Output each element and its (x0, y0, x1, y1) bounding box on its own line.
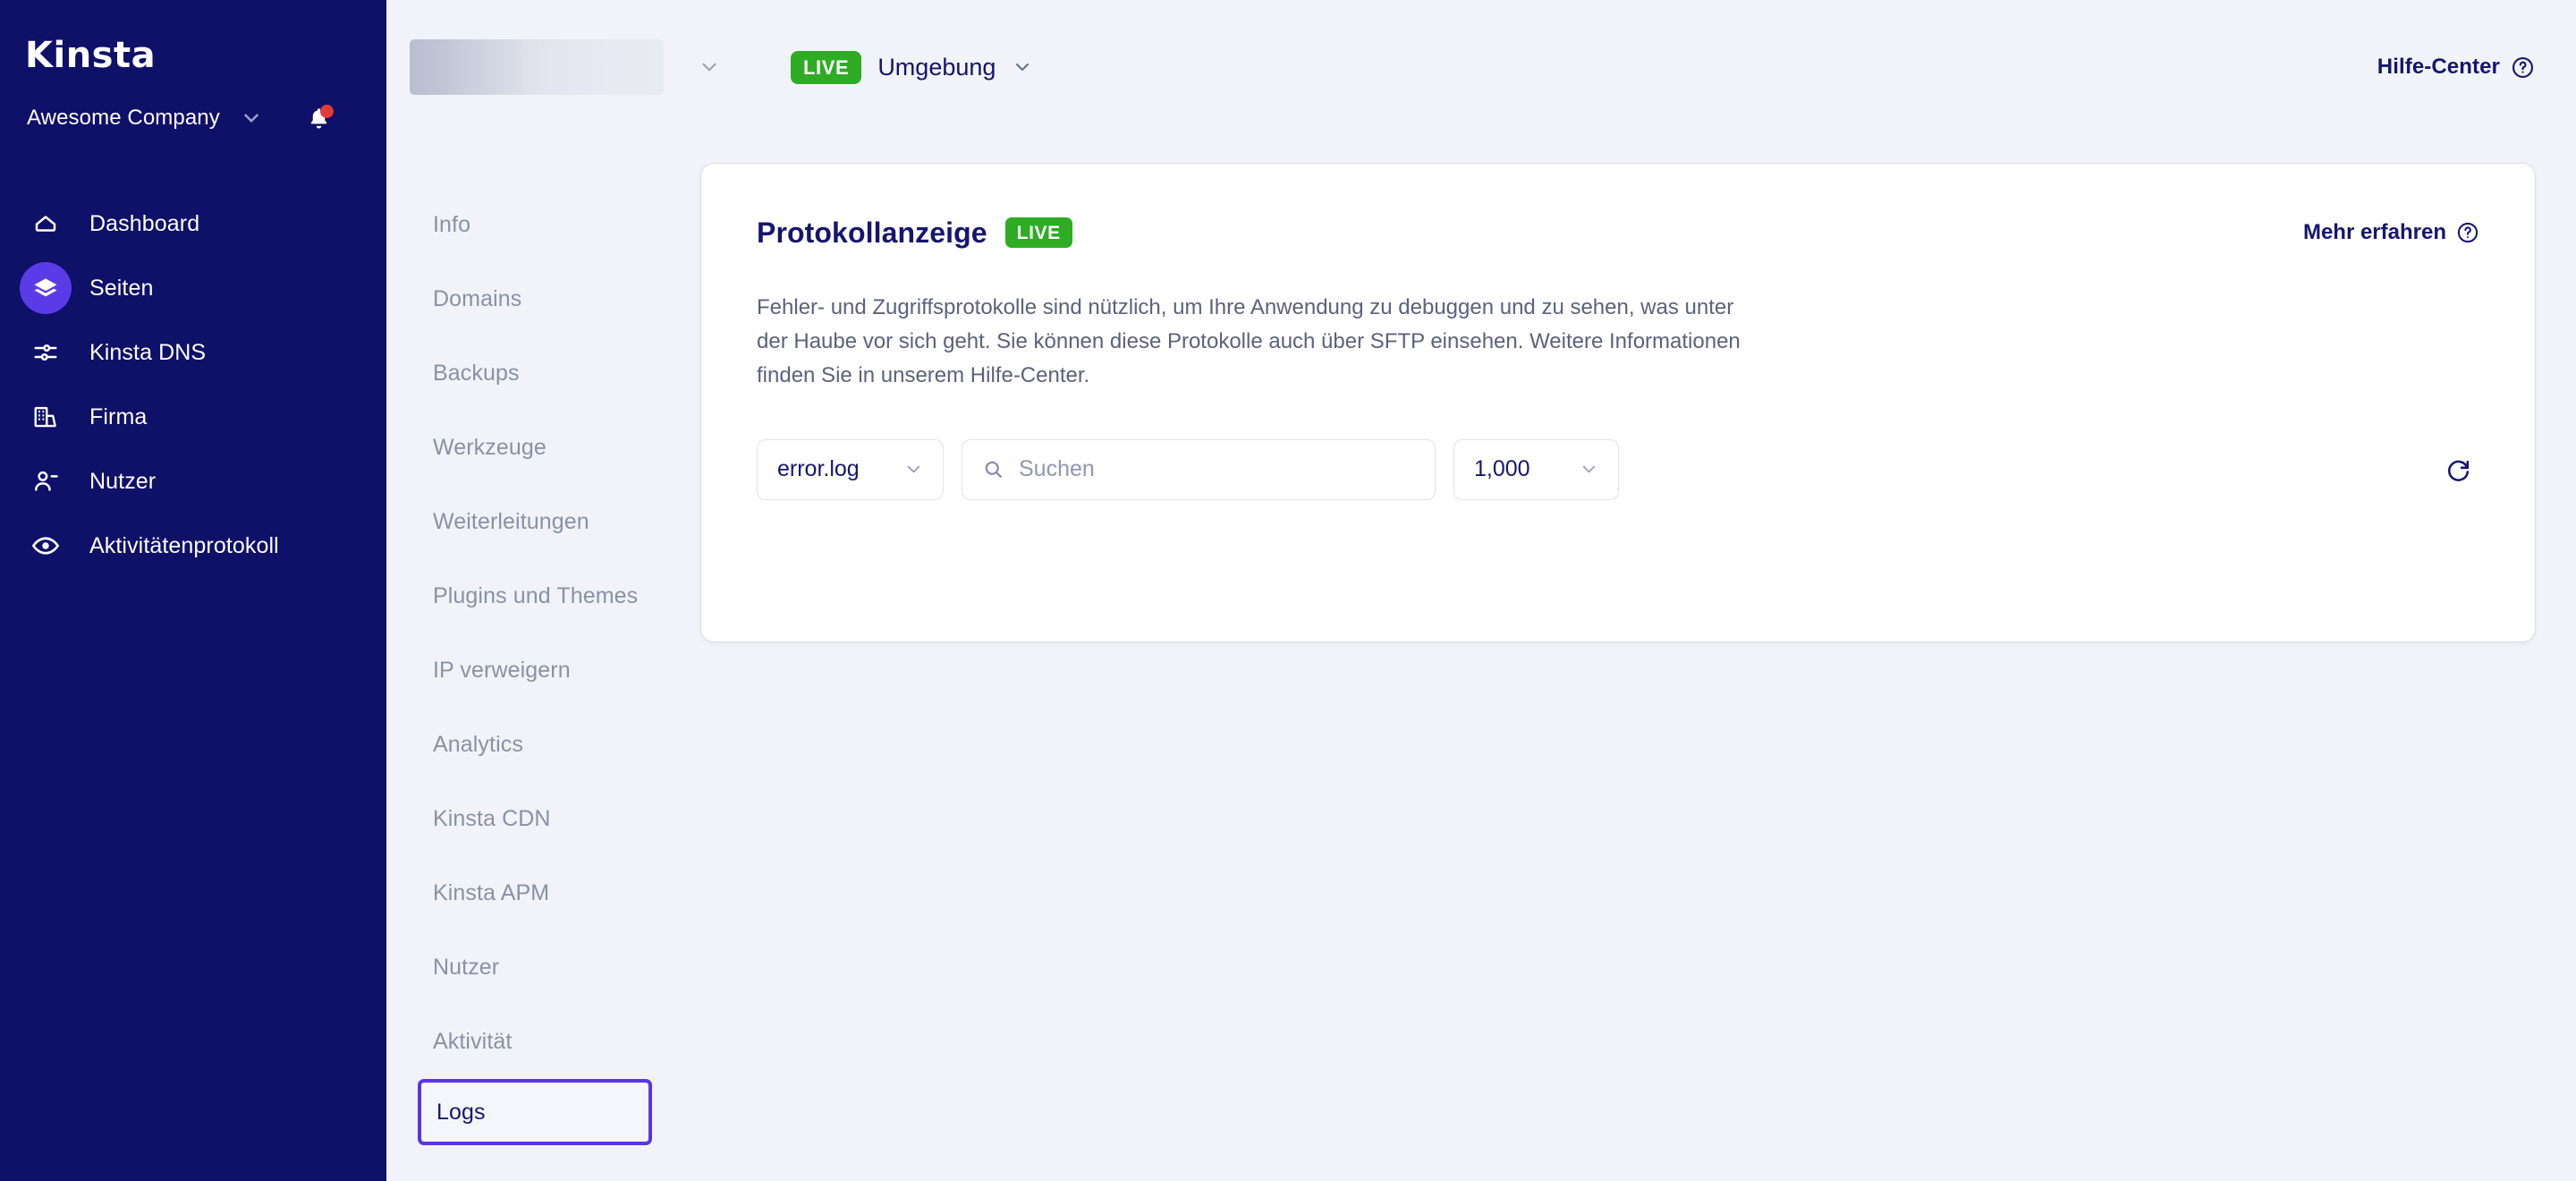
user-icon (20, 455, 72, 507)
question-mark-circle-icon (2456, 221, 2479, 244)
organization-selector-row: Awesome Company (0, 97, 386, 140)
subnav-item-weiterleitungen[interactable]: Weiterleitungen (386, 485, 701, 559)
sidebar-item-nutzer[interactable]: Nutzer (0, 449, 386, 514)
chevron-down-icon[interactable] (240, 106, 263, 130)
subnav-item-backups[interactable]: Backups (386, 336, 701, 411)
card-description: Fehler- und Zugriffsprotokolle sind nütz… (757, 295, 1741, 387)
line-limit-select-value: 1,000 (1474, 456, 1530, 482)
layers-icon (20, 262, 72, 314)
card-live-badge: LIVE (1004, 217, 1072, 248)
sidebar-item-kinsta-dns[interactable]: Kinsta DNS (0, 320, 386, 385)
help-center-label: Hilfe-Center (2377, 55, 2500, 79)
sidebar-item-label: Dashboard (89, 210, 200, 236)
subnav-item-domains[interactable]: Domains (386, 262, 701, 336)
log-search-field[interactable] (962, 438, 1436, 500)
subnav-item-werkzeuge[interactable]: Werkzeuge (386, 411, 701, 485)
sidebar-item-seiten[interactable]: Seiten (0, 256, 386, 320)
topbar: LIVE Umgebung Hilfe-Center (386, 0, 2576, 134)
content-region: Info Domains Backups Werkzeuge Weiterlei… (386, 134, 2576, 1145)
subnav-item-kinsta-cdn[interactable]: Kinsta CDN (386, 782, 701, 856)
subnav-item-nutzer[interactable]: Nutzer (386, 930, 701, 1005)
sidebar-item-dashboard[interactable]: Dashboard (0, 191, 386, 256)
notifications-button[interactable] (304, 103, 335, 133)
question-mark-circle-icon (2511, 55, 2535, 80)
search-icon (982, 458, 1004, 480)
chevron-down-icon (1579, 459, 1599, 480)
sidebar-item-label: Aktivitätenprotokoll (89, 532, 279, 558)
site-switcher-chevron-down-icon[interactable] (698, 55, 721, 79)
subnav-item-logs[interactable]: Logs (418, 1079, 652, 1145)
line-limit-select[interactable]: 1,000 (1453, 438, 1619, 500)
organization-name[interactable]: Awesome Company (27, 106, 220, 131)
main-region: LIVE Umgebung Hilfe-Center Info Domains … (386, 0, 2576, 1181)
subnav-item-kinsta-apm[interactable]: Kinsta APM (386, 856, 701, 930)
log-file-select[interactable]: error.log (757, 438, 944, 500)
sidebar-item-label: Nutzer (89, 468, 157, 494)
help-center-link[interactable]: Hilfe-Center (2377, 55, 2535, 80)
building-icon (20, 391, 72, 443)
card-header: Protokollanzeige LIVE Mehr erfahren (757, 212, 2479, 253)
learn-more-label: Mehr erfahren (2302, 220, 2446, 244)
refresh-button[interactable] (2436, 448, 2479, 491)
subnav-item-plugins-und-themes[interactable]: Plugins und Themes (386, 559, 701, 633)
card-area: Protokollanzeige LIVE Mehr erfahren Fehl… (701, 134, 2576, 1145)
sidebar-item-firma[interactable]: Firma (0, 385, 386, 449)
environment-live-badge: LIVE (791, 50, 862, 84)
kinsta-wordmark: Kinsta (25, 35, 157, 76)
primary-nav: Dashboard Seiten Kinsta DNS Firma Nutzer… (0, 191, 386, 578)
notification-badge-dot (319, 105, 334, 118)
dns-icon (20, 327, 72, 378)
environment-label: Umgebung (877, 53, 996, 81)
app-root: Kinsta Awesome Company Dashboard Seiten … (0, 0, 2576, 1181)
refresh-icon (2445, 455, 2472, 483)
eye-icon (20, 520, 72, 572)
sidebar-item-label: Firma (89, 404, 148, 429)
site-name-skeleton-placeholder (410, 39, 664, 95)
primary-sidebar: Kinsta Awesome Company Dashboard Seiten … (0, 0, 386, 1181)
search-input[interactable] (1019, 456, 1415, 483)
sidebar-item-label: Seiten (89, 275, 154, 301)
environment-switcher[interactable]: LIVE Umgebung (791, 50, 1033, 84)
subnav-item-ip-verweigern[interactable]: IP verweigern (386, 633, 701, 708)
subnav-item-aktivitaet[interactable]: Aktivität (386, 1005, 701, 1079)
subnav-item-info[interactable]: Info (386, 188, 701, 262)
sidebar-item-label: Kinsta DNS (89, 339, 207, 365)
log-controls-row: error.log 1,000 (757, 438, 2479, 500)
page-title: Protokollanzeige (757, 216, 987, 249)
sidebar-item-aktivitaetenprotokoll[interactable]: Aktivitätenprotokoll (0, 514, 386, 578)
log-viewer-card: Protokollanzeige LIVE Mehr erfahren Fehl… (701, 164, 2535, 641)
brand-logo[interactable]: Kinsta (0, 32, 386, 79)
site-subnav: Info Domains Backups Werkzeuge Weiterlei… (386, 134, 701, 1145)
subnav-item-analytics[interactable]: Analytics (386, 708, 701, 782)
learn-more-link[interactable]: Mehr erfahren (2303, 220, 2479, 245)
environment-chevron-down-icon[interactable] (1012, 56, 1033, 78)
chevron-down-icon (903, 459, 924, 480)
home-icon (20, 198, 72, 250)
log-file-select-value: error.log (777, 456, 860, 482)
